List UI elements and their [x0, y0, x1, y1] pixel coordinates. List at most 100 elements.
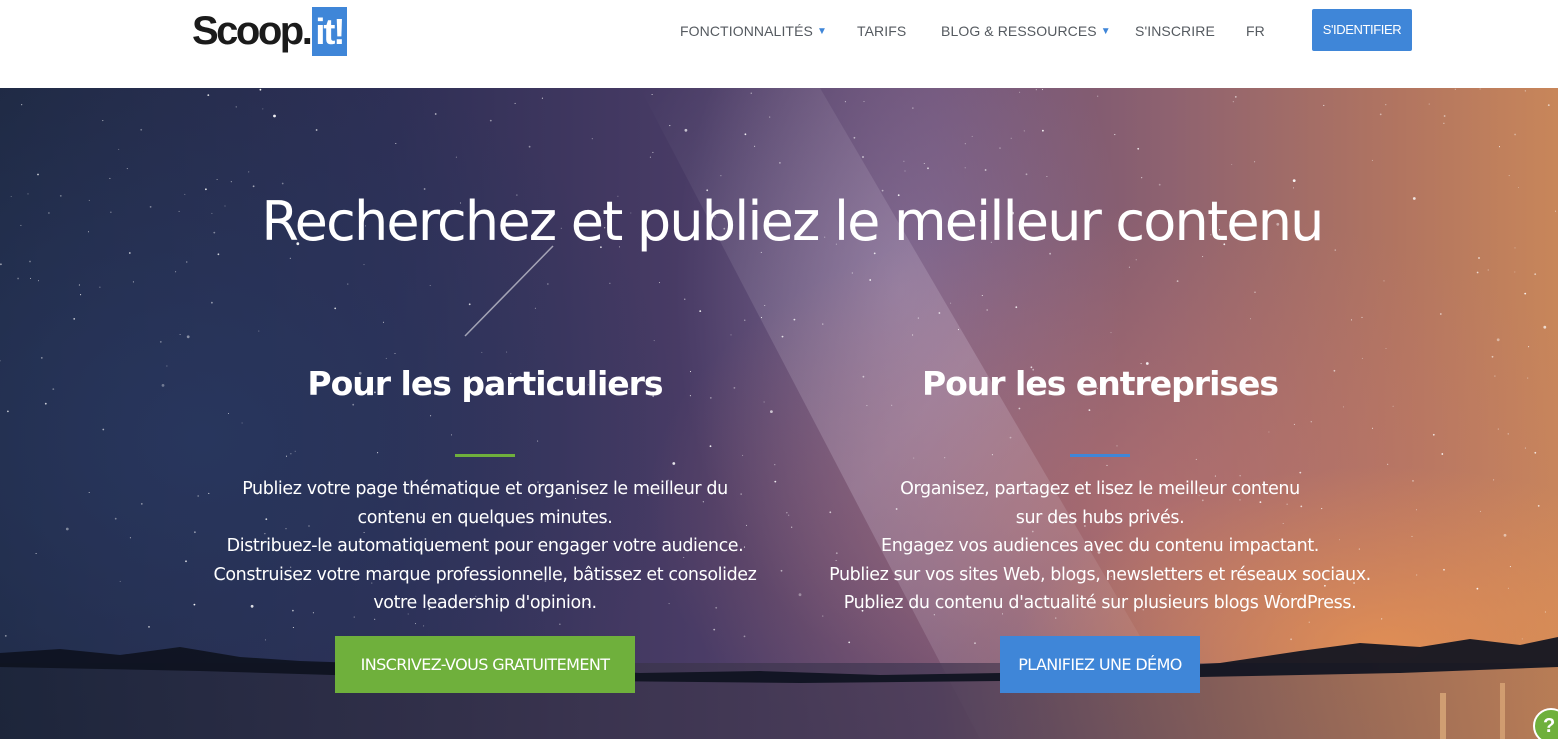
star [186, 335, 190, 339]
star [506, 351, 508, 353]
star [1041, 89, 1044, 91]
star [1508, 175, 1510, 177]
scoopit-logo[interactable]: Scoop. it! [192, 6, 348, 56]
star [1254, 161, 1256, 163]
star [248, 171, 250, 173]
signup-free-button[interactable]: INSCRIVEZ-VOUS GRATUITEMENT [335, 636, 635, 693]
star [1292, 179, 1296, 182]
logo-badge: it! [312, 6, 348, 56]
star [851, 272, 853, 274]
individuals-description: Publiez votre page thématique et organis… [175, 475, 795, 618]
star [394, 352, 396, 355]
star [1232, 101, 1234, 103]
star [118, 148, 120, 150]
star [1025, 173, 1028, 176]
star [684, 128, 688, 132]
star [468, 303, 471, 306]
star [1527, 377, 1529, 379]
star [669, 125, 671, 127]
star [822, 323, 824, 325]
star [652, 151, 654, 153]
star [912, 334, 914, 336]
star [363, 264, 365, 266]
star [374, 618, 376, 620]
star [651, 93, 653, 96]
star [102, 428, 105, 431]
nav-item-label: TARIFS [857, 23, 907, 39]
star [382, 321, 385, 323]
caret-down-icon: ▼ [1100, 26, 1111, 37]
description-line: Publiez votre page thématique et organis… [242, 479, 728, 499]
star [609, 282, 611, 284]
star [764, 304, 766, 307]
star [981, 294, 983, 297]
star [1249, 318, 1252, 320]
star [559, 623, 561, 625]
star [744, 319, 746, 321]
star [1254, 291, 1256, 293]
star [489, 119, 492, 122]
star [334, 307, 337, 310]
star [862, 156, 864, 158]
star [1514, 133, 1516, 136]
star [853, 136, 856, 139]
nav-item-label: FONCTIONNALITÉS [680, 23, 813, 39]
star [126, 168, 128, 170]
star [999, 147, 1001, 149]
nav-item-language[interactable]: FR [1246, 16, 1265, 46]
star [347, 283, 349, 285]
star [781, 335, 784, 338]
star [1432, 433, 1435, 436]
star [1441, 453, 1444, 455]
login-button[interactable]: S'IDENTIFIER [1312, 9, 1412, 51]
star [869, 279, 872, 281]
star [1493, 479, 1495, 481]
star [1507, 433, 1509, 435]
star [1097, 95, 1099, 97]
star [148, 626, 150, 628]
star [1494, 375, 1496, 377]
star [514, 102, 516, 104]
star [230, 181, 232, 183]
star [1507, 587, 1509, 589]
star [658, 282, 661, 284]
star [17, 277, 19, 280]
star [186, 261, 188, 263]
star [262, 108, 264, 110]
star [547, 283, 549, 285]
star [1379, 113, 1382, 116]
nav-item-blog[interactable]: BLOG & RESSOURCES ▼ [941, 16, 1111, 46]
star [1428, 103, 1430, 105]
star [216, 178, 218, 181]
nav-item-pricing[interactable]: TARIFS [857, 16, 906, 46]
star [37, 173, 39, 176]
star [1524, 292, 1527, 295]
star [159, 341, 162, 343]
star [964, 143, 966, 145]
nav-item-features[interactable]: FONCTIONNALITÉS ▼ [680, 16, 827, 46]
star [1503, 533, 1507, 537]
star [161, 384, 165, 387]
star [109, 177, 111, 179]
star [1023, 130, 1025, 132]
star [923, 162, 925, 165]
star [423, 625, 425, 627]
star [1015, 306, 1018, 309]
star [1231, 163, 1233, 166]
nav-item-signup[interactable]: S'INSCRIRE [1135, 16, 1215, 46]
star [1547, 104, 1550, 106]
star [653, 340, 655, 342]
star [1383, 280, 1385, 282]
star [1443, 568, 1445, 571]
star [1308, 621, 1310, 623]
star [1141, 177, 1143, 179]
star [1509, 566, 1511, 568]
star [1411, 535, 1413, 537]
star [0, 263, 2, 266]
star [1454, 88, 1456, 90]
site-header: Scoop. it! FONCTIONNALITÉS ▼ TARIFS BLOG &… [0, 0, 1558, 88]
schedule-demo-button[interactable]: PLANIFIEZ UNE DÉMO [1000, 636, 1200, 693]
businesses-description: Organisez, partagez et lisez le meilleur… [790, 475, 1410, 618]
star [1415, 509, 1418, 511]
star [166, 365, 168, 367]
